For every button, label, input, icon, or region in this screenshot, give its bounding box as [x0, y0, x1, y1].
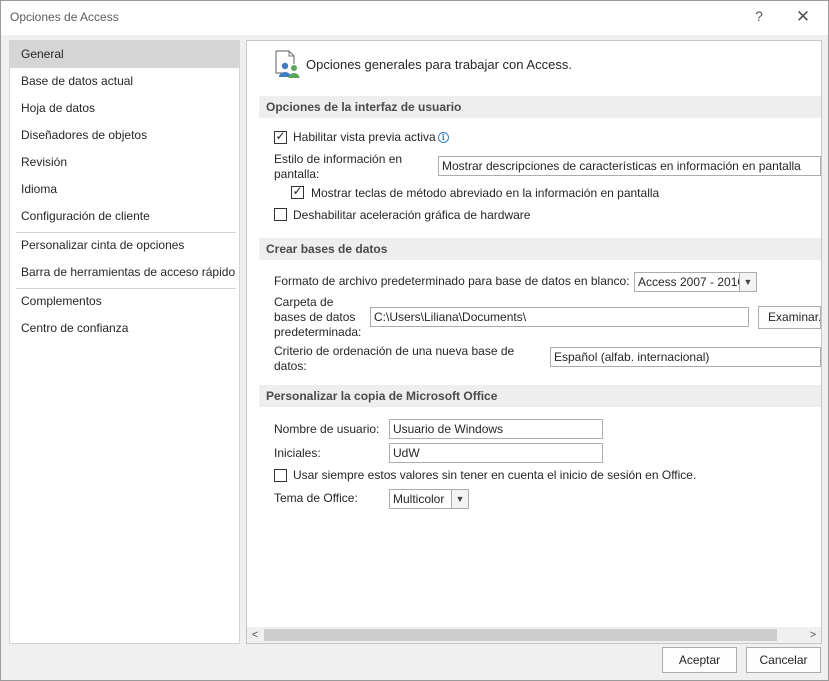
horizontal-scrollbar[interactable]: < >: [247, 627, 821, 643]
username-input[interactable]: Usuario de Windows: [389, 419, 603, 439]
ok-button[interactable]: Aceptar: [662, 647, 737, 673]
default-folder-label-line3: predeterminada:: [274, 325, 362, 339]
nav-item-quick-access-toolbar[interactable]: Barra de herramientas de acceso rápido: [10, 259, 239, 286]
disable-hw-accel-checkbox[interactable]: [274, 208, 287, 221]
default-folder-input[interactable]: C:\Users\Liliana\Documents\: [370, 307, 749, 327]
live-preview-checkbox[interactable]: ✓: [274, 129, 287, 144]
dialog-title: Opciones de Access: [10, 10, 119, 24]
always-use-values-checkbox[interactable]: [274, 469, 287, 482]
initials-input[interactable]: UdW: [389, 443, 603, 463]
file-format-value: Access 2007 - 2016: [638, 275, 745, 289]
nav-item-general[interactable]: General: [10, 41, 239, 68]
screentip-style-label-line2: pantalla:: [274, 167, 320, 181]
close-button[interactable]: ✕: [791, 6, 815, 28]
always-use-values-label: Usar siempre estos valores sin tener en …: [293, 468, 697, 482]
default-folder-label-line2: bases de datos: [274, 310, 356, 324]
scroll-right-icon[interactable]: >: [805, 627, 821, 643]
options-dialog: Opciones de Access ? ✕ General Base de d…: [0, 0, 829, 681]
screentip-style-label-line1: Estilo de información en: [274, 152, 403, 166]
checkmark-icon: ✓: [275, 129, 286, 143]
nav-item-proofing[interactable]: Revisión: [10, 149, 239, 176]
shortcut-keys-checkbox[interactable]: ✓: [291, 184, 304, 199]
general-options-panel: Opciones generales para trabajar con Acc…: [246, 40, 822, 644]
file-format-label: Formato de archivo predeterminado para b…: [274, 274, 630, 288]
scroll-left-icon[interactable]: <: [247, 627, 263, 643]
office-theme-label: Tema de Office:: [274, 491, 358, 505]
category-nav: General Base de datos actual Hoja de dat…: [9, 40, 240, 644]
chevron-down-icon: ▼: [739, 273, 756, 291]
nav-item-language[interactable]: Idioma: [10, 176, 239, 203]
section-create-databases: Crear bases de datos: [259, 238, 821, 260]
panel-content: Opciones generales para trabajar con Acc…: [247, 41, 821, 627]
help-button[interactable]: ?: [749, 6, 769, 26]
disable-hw-accel-label: Deshabilitar aceleración gráfica de hard…: [293, 208, 531, 222]
title-bar: Opciones de Access ? ✕: [1, 1, 828, 35]
live-preview-label: Habilitar vista previa activa i: [293, 130, 449, 145]
browse-button[interactable]: Examinar...: [758, 306, 821, 329]
nav-item-current-database[interactable]: Base de datos actual: [10, 68, 239, 95]
info-icon[interactable]: i: [437, 132, 449, 143]
nav-item-datasheet[interactable]: Hoja de datos: [10, 95, 239, 122]
checkmark-icon: ✓: [292, 184, 303, 198]
default-folder-label-line1: Carpeta de: [274, 295, 334, 309]
section-ui-options: Opciones de la interfaz de usuario: [259, 96, 821, 118]
sort-order-label-line1: Criterio de ordenación de una nueva base…: [274, 344, 515, 358]
username-label: Nombre de usuario:: [274, 422, 380, 436]
initials-label: Iniciales:: [274, 446, 321, 460]
office-theme-select[interactable]: Multicolor ▼: [389, 489, 469, 509]
nav-item-customize-ribbon[interactable]: Personalizar cinta de opciones: [10, 232, 239, 259]
section-personalize-office: Personalizar la copia de Microsoft Offic…: [259, 385, 821, 407]
sort-order-value: Español (alfab. internacional): [554, 350, 710, 364]
chevron-down-icon: ▼: [451, 490, 468, 508]
sort-order-label-line2: datos:: [274, 359, 307, 373]
screentip-style-select[interactable]: Mostrar descripciones de características…: [438, 156, 821, 176]
general-options-icon: [275, 50, 300, 78]
sort-order-select[interactable]: Español (alfab. internacional): [550, 347, 821, 367]
office-theme-value: Multicolor: [393, 492, 445, 506]
panel-heading: Opciones generales para trabajar con Acc…: [306, 57, 572, 72]
nav-item-client-settings[interactable]: Configuración de cliente: [10, 203, 239, 230]
nav-item-object-designers[interactable]: Diseñadores de objetos: [10, 122, 239, 149]
nav-item-trust-center[interactable]: Centro de confianza: [10, 315, 239, 342]
nav-item-add-ins[interactable]: Complementos: [10, 288, 239, 315]
cancel-button[interactable]: Cancelar: [746, 647, 821, 673]
shortcut-keys-label: Mostrar teclas de método abreviado en la…: [311, 186, 660, 200]
scrollbar-thumb[interactable]: [264, 629, 777, 641]
file-format-select[interactable]: Access 2007 - 2016 ▼: [634, 272, 757, 292]
screentip-style-value: Mostrar descripciones de características…: [442, 159, 801, 173]
